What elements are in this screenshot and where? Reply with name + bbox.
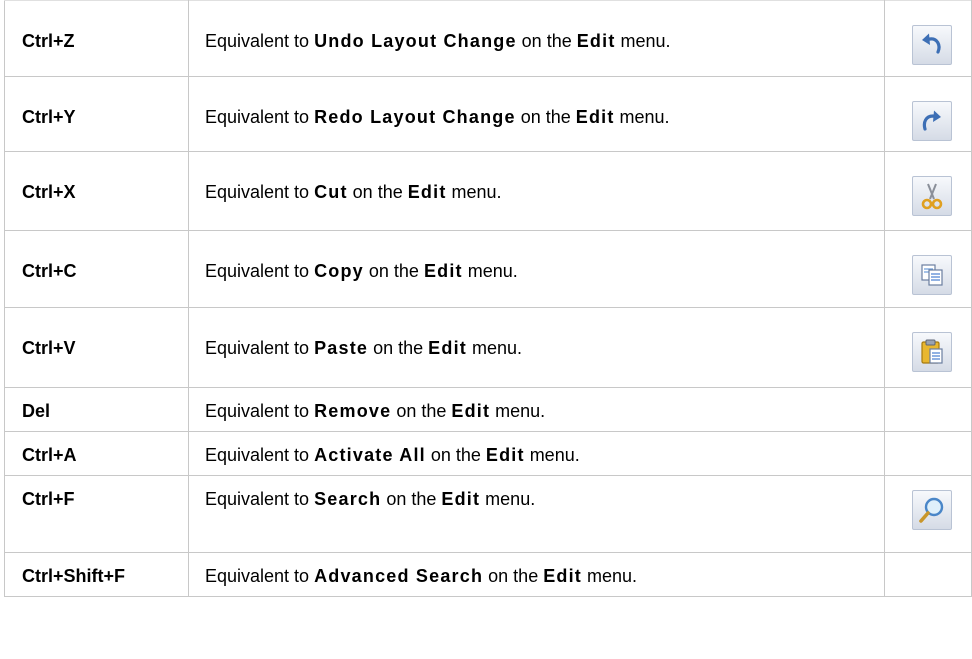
menu-name: Edit	[485, 445, 525, 465]
menu-name: Edit	[576, 31, 616, 51]
paste-icon	[912, 332, 952, 372]
shortcut-description: Equivalent to Remove on the Edit menu.	[188, 387, 885, 432]
shortcut-description: Equivalent to Advanced Search on the Edi…	[188, 552, 885, 597]
table-row: Ctrl+X Equivalent to Cut on the Edit men…	[4, 151, 972, 231]
command-name: Cut	[314, 182, 348, 202]
table-row: Ctrl+F Equivalent to Search on the Edit …	[4, 475, 972, 553]
shortcut-description: Equivalent to Paste on the Edit menu.	[188, 307, 885, 388]
command-name: Copy	[314, 261, 364, 281]
table-row: Ctrl+Y Equivalent to Redo Layout Change …	[4, 76, 972, 152]
table-row: Ctrl+A Equivalent to Activate All on the…	[4, 431, 972, 476]
shortcut-key: Ctrl+Shift+F	[4, 552, 189, 597]
menu-name: Edit	[428, 338, 467, 358]
shortcut-description: Equivalent to Undo Layout Change on the …	[188, 0, 885, 77]
shortcut-key: Del	[4, 387, 189, 432]
shortcut-description: Equivalent to Redo Layout Change on the …	[188, 76, 885, 152]
shortcut-key: Ctrl+Z	[4, 0, 189, 77]
menu-name: Edit	[575, 107, 615, 127]
menu-name: Edit	[451, 401, 491, 421]
menu-name: Edit	[441, 489, 481, 509]
table-row: Ctrl+Z Equivalent to Undo Layout Change …	[4, 0, 972, 77]
command-name: Search	[314, 489, 382, 509]
command-name: Paste	[314, 338, 369, 358]
shortcut-key: Ctrl+Y	[4, 76, 189, 152]
shortcut-key: Ctrl+C	[4, 230, 189, 308]
shortcut-table: Ctrl+Z Equivalent to Undo Layout Change …	[4, 0, 972, 597]
shortcut-key: Ctrl+A	[4, 431, 189, 476]
shortcut-description: Equivalent to Copy on the Edit menu.	[188, 230, 885, 308]
redo-icon	[912, 101, 952, 141]
command-name: Activate All	[314, 445, 426, 465]
shortcut-description: Equivalent to Cut on the Edit menu.	[188, 151, 885, 231]
shortcut-key: Ctrl+F	[4, 475, 189, 553]
menu-name: Edit	[407, 182, 447, 202]
table-row: Ctrl+V Equivalent to Paste on the Edit m…	[4, 307, 972, 388]
command-name: Advanced Search	[314, 566, 484, 586]
undo-icon	[912, 25, 952, 65]
cut-icon	[912, 176, 952, 216]
command-name: Undo Layout Change	[314, 31, 517, 51]
copy-icon	[912, 255, 952, 295]
shortcut-description: Equivalent to Activate All on the Edit m…	[188, 431, 885, 476]
command-name: Remove	[314, 401, 392, 421]
menu-name: Edit	[423, 261, 463, 281]
shortcut-description: Equivalent to Search on the Edit menu.	[188, 475, 885, 553]
menu-name: Edit	[543, 566, 582, 586]
shortcut-key: Ctrl+X	[4, 151, 189, 231]
search-icon	[912, 490, 952, 530]
shortcut-key: Ctrl+V	[4, 307, 189, 388]
table-row: Ctrl+Shift+F Equivalent to Advanced Sear…	[4, 552, 972, 597]
command-name: Redo Layout Change	[314, 107, 516, 127]
table-row: Del Equivalent to Remove on the Edit men…	[4, 387, 972, 432]
table-row: Ctrl+C Equivalent to Copy on the Edit me…	[4, 230, 972, 308]
